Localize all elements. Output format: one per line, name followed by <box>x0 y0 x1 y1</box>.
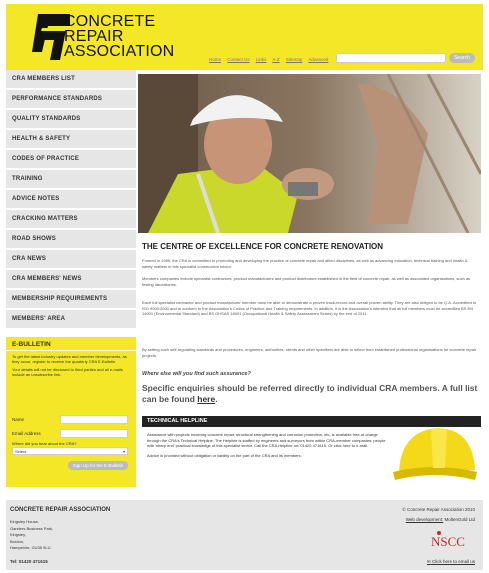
email-us-label: Click here to email us <box>431 559 475 564</box>
helpline-text: Assistance with projects involving concr… <box>147 432 386 448</box>
standards-paragraph: By setting such self-regulating standard… <box>142 347 477 358</box>
email-us-link[interactable]: ✉ Click here to email us <box>427 559 475 565</box>
footer-copyright: © Concrete Repair Association 2010 <box>402 507 475 512</box>
assurance-question: Where else will you find such assurance? <box>142 371 251 377</box>
source-select[interactable]: Select ▾ <box>12 447 128 455</box>
source-question: Where did you hear about the CRA? <box>12 441 77 446</box>
nscc-logo: NSCC <box>431 530 471 554</box>
sidebar-item-cracking-matters[interactable]: CRACKING MATTERS <box>6 210 136 230</box>
sidebar-item-quality-standards[interactable]: QUALITY STANDARDS <box>6 110 136 130</box>
sidebar-item-members-list[interactable]: CRA MEMBERS LIST <box>6 70 136 90</box>
ebulletin-panel: E-BULLETIN To get the latest industry up… <box>6 337 136 487</box>
footer-address: Kingsley House, Ganders Business Park, K… <box>10 519 53 552</box>
logo-line-2: REPAIR <box>64 28 124 45</box>
site-footer: CONCRETE REPAIR ASSOCIATION Kingsley Hou… <box>6 500 483 570</box>
ebulletin-title: E-BULLETIN <box>6 337 136 351</box>
ebulletin-privacy: Your details will not be disclosed to th… <box>12 367 123 377</box>
logo-line-3: ASSOCIATION <box>64 43 175 60</box>
members-list-link[interactable]: here <box>197 394 215 404</box>
topnav-advanced[interactable]: Advanced <box>308 57 328 62</box>
ebulletin-intro: To get the latest industry updates and m… <box>12 354 127 364</box>
logo-line-1: CONCRETE <box>64 13 156 30</box>
logo-text: CONCRETE REPAIR ASSOCIATION <box>64 13 175 60</box>
topnav-links[interactable]: Links <box>256 57 267 62</box>
sidebar-item-road-shows[interactable]: ROAD SHOWS <box>6 230 136 250</box>
chevron-down-icon: ▾ <box>122 449 125 454</box>
footer-telephone: Tel: 01420 471615 <box>10 559 48 564</box>
accreditation-paragraph: Each full specialist contractor and prod… <box>142 300 477 316</box>
top-navigation: Home Contact Us Links A-Z Sitemap Advanc… <box>209 57 333 62</box>
ebulletin-signup-button[interactable]: Sign Up for the E-Bulletin <box>68 461 128 470</box>
envelope-icon: ✉ <box>426 559 431 564</box>
address-line: Hampshire, GU35 9LU <box>10 545 51 550</box>
topnav-sitemap[interactable]: Sitemap <box>286 57 303 62</box>
intro-paragraph: Formed in 1989, the CRA is committed to … <box>142 258 468 269</box>
sidebar-item-members-news[interactable]: CRA MEMBERS' NEWS <box>6 270 136 290</box>
topnav-contact[interactable]: Contact Us <box>227 57 249 62</box>
topnav-home[interactable]: Home <box>209 57 221 62</box>
hero-photo-illustration <box>138 74 481 233</box>
developer-name: MoltenGold Ltd <box>444 517 475 522</box>
members-paragraph: Members companies include specialist con… <box>142 276 471 287</box>
specific-enquiries: Specific enquiries should be referred di… <box>142 383 479 405</box>
page: CONCRETE REPAIR ASSOCIATION Home Contact… <box>6 4 483 570</box>
search-button[interactable]: Search <box>449 53 475 63</box>
search-input[interactable] <box>336 53 446 63</box>
name-label: Name <box>12 417 25 422</box>
sidebar-item-codes-of-practice[interactable]: CODES OF PRACTICE <box>6 150 136 170</box>
sidebar-item-training[interactable]: TRAINING <box>6 170 136 190</box>
helpline-disclaimer: Advice is provided without obligation or… <box>147 452 302 458</box>
sidebar-item-advice-notes[interactable]: ADVICE NOTES <box>6 190 136 210</box>
email-label: Email Address <box>12 431 41 436</box>
nscc-logo-text: NSCC <box>431 534 465 549</box>
email-field[interactable] <box>60 429 128 438</box>
sidebar-item-members-area[interactable]: MEMBERS' AREA <box>6 310 136 330</box>
developer-prefix[interactable]: Web development: <box>406 517 443 522</box>
source-select-value: Select <box>15 449 27 454</box>
sidebar-nav: CRA MEMBERS LIST PERFORMANCE STANDARDS Q… <box>6 70 136 330</box>
footer-developer: Web development: MoltenGold Ltd <box>406 517 475 522</box>
sidebar-item-membership-requirements[interactable]: MEMBERSHIP REQUIREMENTS <box>6 290 136 310</box>
topnav-a-z[interactable]: A-Z <box>272 57 279 62</box>
hero-image <box>138 74 481 233</box>
site-header: CONCRETE REPAIR ASSOCIATION Home Contact… <box>6 4 483 70</box>
hard-hat-icon <box>393 428 477 480</box>
specific-enquiries-text: Specific enquiries should be referred di… <box>142 383 478 404</box>
sidebar-item-cra-news[interactable]: CRA NEWS <box>6 250 136 270</box>
page-title: THE CENTRE OF EXCELLENCE FOR CONCRETE RE… <box>142 242 384 251</box>
sidebar-item-health-safety[interactable]: HEALTH & SAFETY <box>6 130 136 150</box>
sidebar-item-performance-standards[interactable]: PERFORMANCE STANDARDS <box>6 90 136 110</box>
name-field[interactable] <box>60 415 128 424</box>
specific-enquiries-end: . <box>215 394 218 404</box>
technical-helpline: TECHNICAL HELPLINE Assistance with proje… <box>142 416 481 489</box>
footer-title: CONCRETE REPAIR ASSOCIATION <box>10 507 111 513</box>
